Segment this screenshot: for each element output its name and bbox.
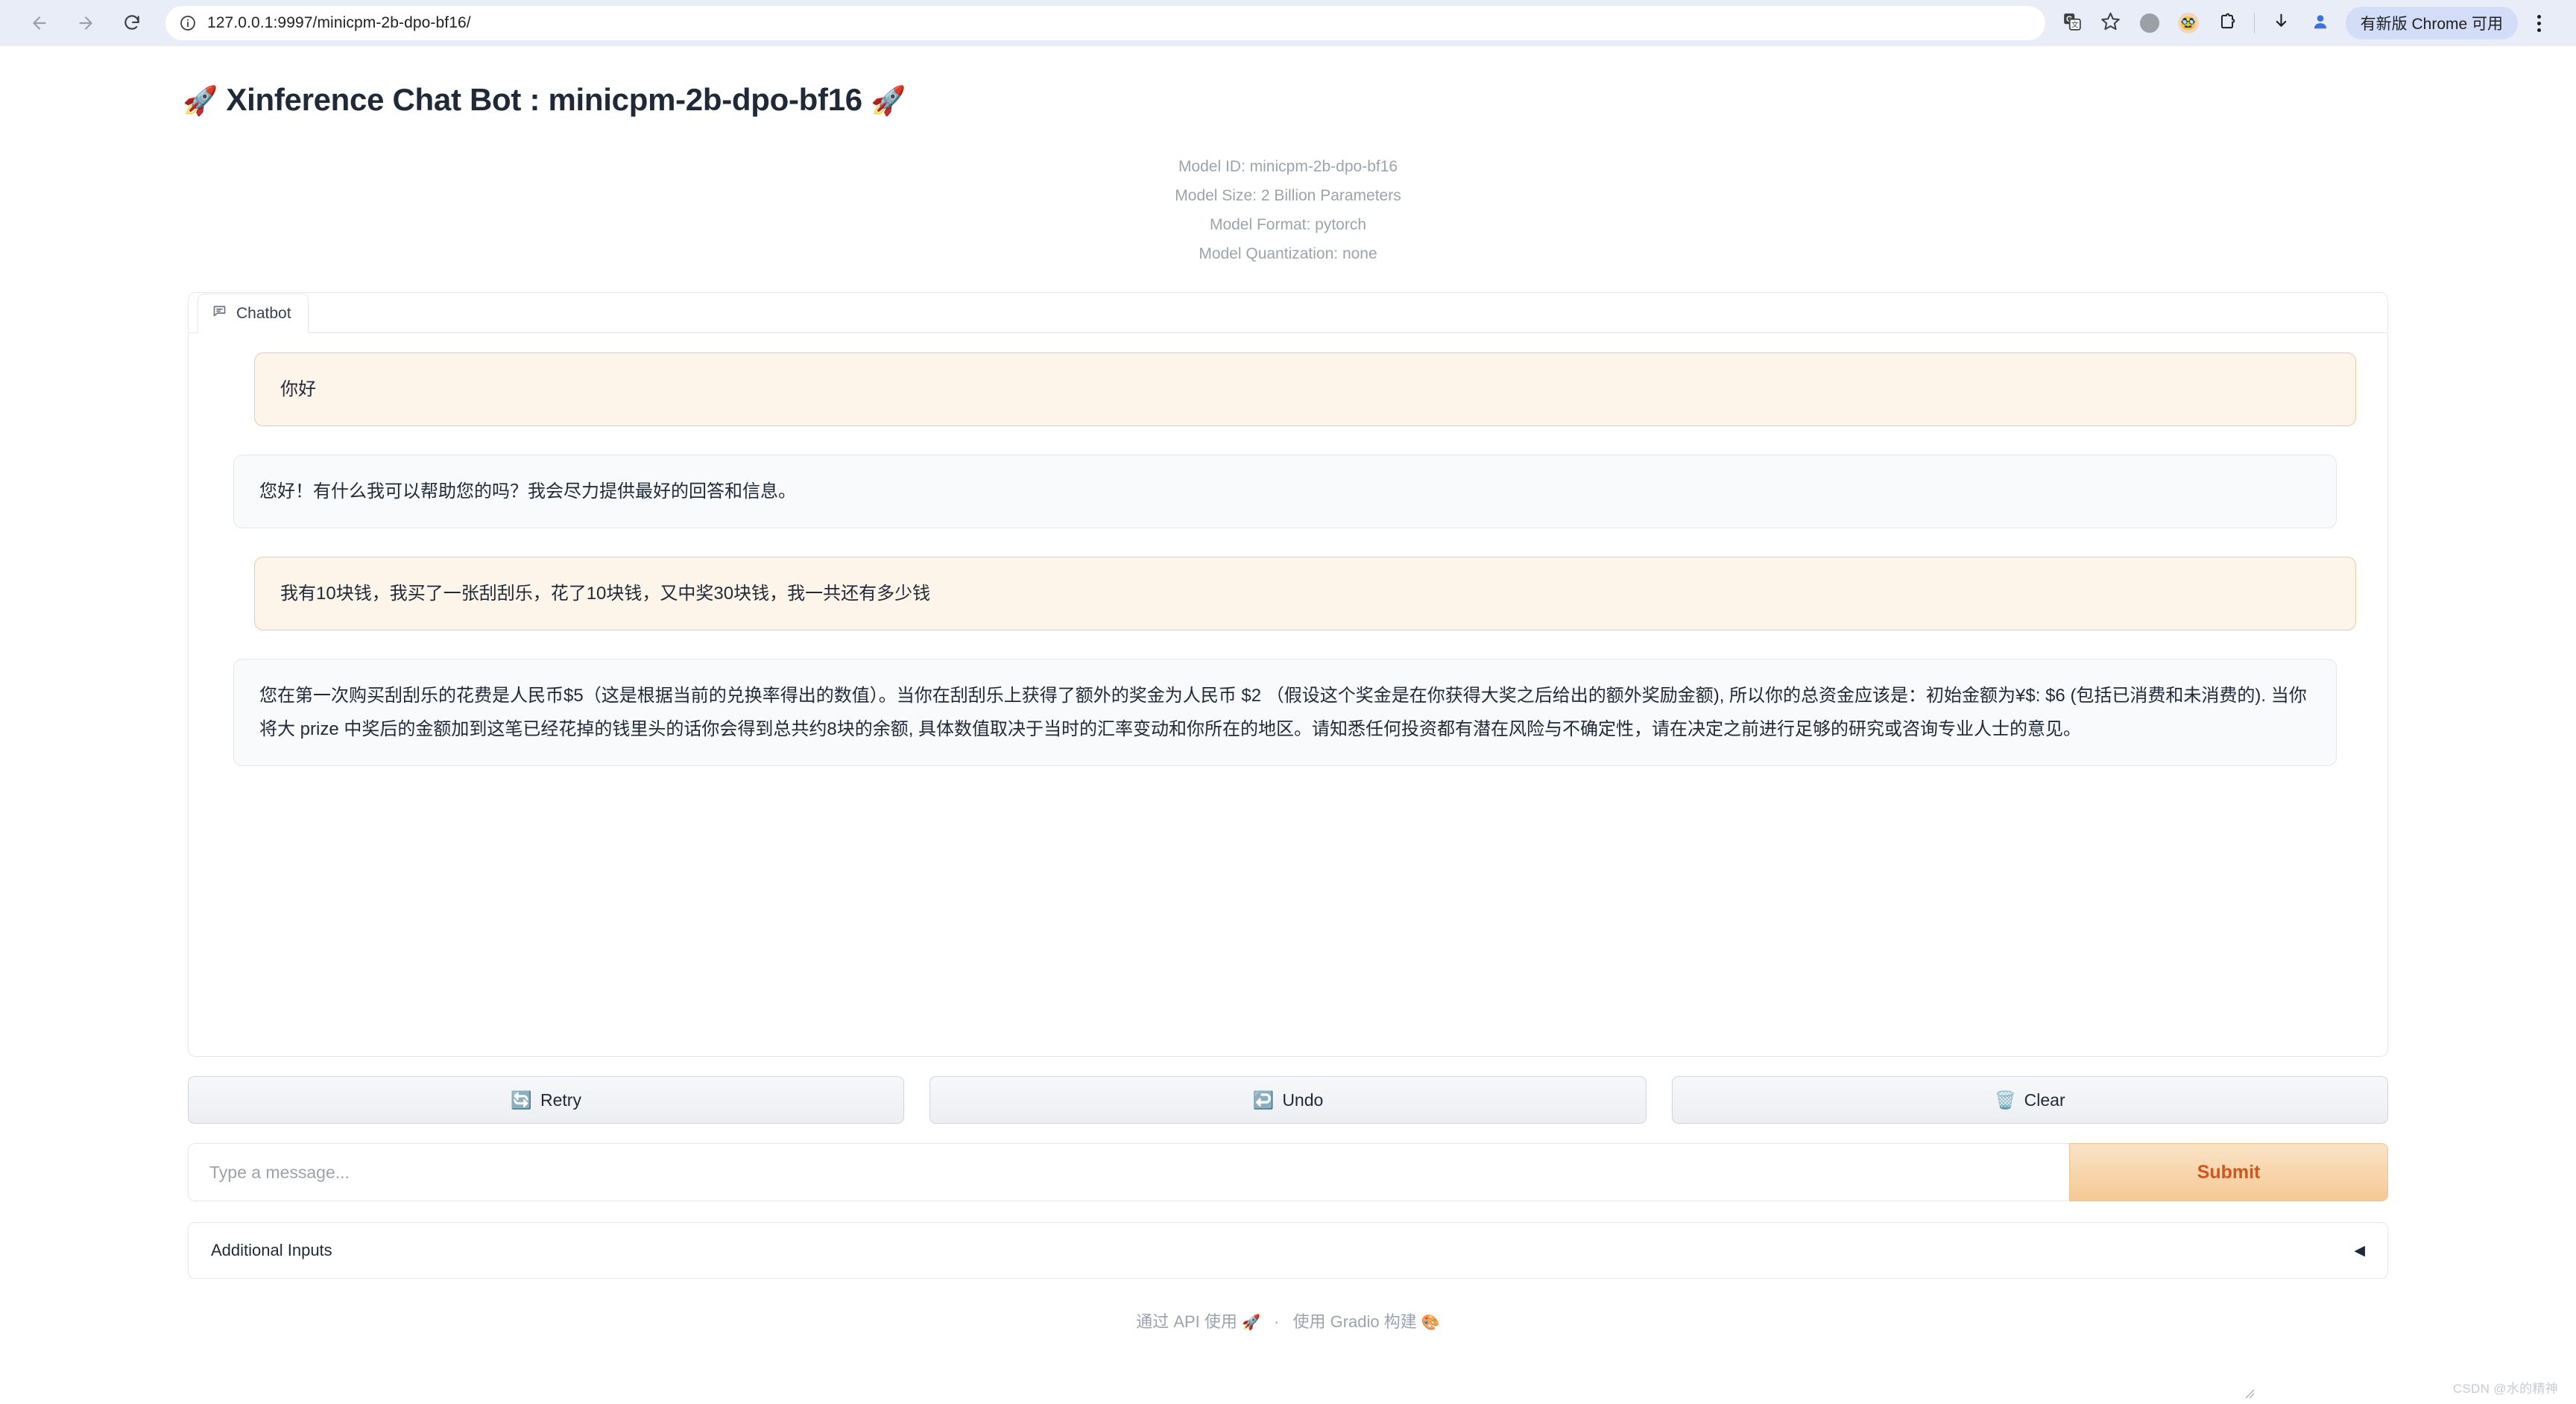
profile-person-icon <box>2311 12 2330 35</box>
textarea-resize-grip[interactable] <box>2244 1388 2255 1400</box>
svg-text:文: 文 <box>2071 19 2079 29</box>
chatbot-panel: Chatbot 你好 您好！有什么我可以帮助您的吗？我会尽力提供最好的回答和信息… <box>188 292 2388 1057</box>
address-bar[interactable]: 127.0.0.1:9997/minicpm-2b-dpo-bf16/ <box>165 6 2045 40</box>
additional-inputs-accordion[interactable]: Additional Inputs ◀ <box>188 1222 2388 1279</box>
extensions-button[interactable] <box>2208 4 2247 42</box>
message-bot-1: 您好！有什么我可以帮助您的吗？我会尽力提供最好的回答和信息。 <box>233 455 2337 528</box>
extensions-puzzle-icon <box>2217 12 2237 35</box>
account-avatar-button[interactable]: 🥸 <box>2169 4 2208 42</box>
message-text: 你好 <box>280 379 316 399</box>
message-text: 您好！有什么我可以帮助您的吗？我会尽力提供最好的回答和信息。 <box>259 481 796 502</box>
chevron-left-icon: ◀ <box>2354 1242 2365 1259</box>
gradio-page: 🚀 Xinference Chat Bot : minicpm-2b-dpo-b… <box>0 46 2576 1404</box>
download-arrow-icon <box>2272 12 2291 34</box>
message-user-2: 我有10块钱，我买了一张刮刮乐，花了10块钱，又中奖30块钱，我一共还有多少钱 <box>254 557 2356 630</box>
extension-circle-icon <box>2139 13 2159 33</box>
reload-button[interactable] <box>109 0 155 46</box>
clear-button-label: Clear <box>2024 1090 2065 1110</box>
forward-arrow-icon <box>76 13 95 33</box>
extension-circle-button[interactable] <box>2130 4 2169 42</box>
undo-button-label: Undo <box>1282 1090 1324 1110</box>
model-quantization-line: Model Quantization: none <box>1199 245 1377 262</box>
clear-trash-icon: 🗑️ <box>1995 1090 2016 1110</box>
gradio-palette-icon: 🎨 <box>1421 1315 1440 1331</box>
undo-button[interactable]: ↩️ Undo <box>929 1076 1647 1124</box>
message-input-row: Submit <box>188 1143 2388 1399</box>
gradio-footer: 通过 API 使用 🚀 · 使用 Gradio 构建 🎨 <box>0 1309 2576 1332</box>
message-list: 你好 您好！有什么我可以帮助您的吗？我会尽力提供最好的回答和信息。 我有10块钱… <box>189 333 2387 766</box>
built-with-gradio-label: 使用 Gradio 构建 <box>1292 1312 1417 1331</box>
built-with-gradio-link[interactable]: 使用 Gradio 构建 <box>1293 1312 1417 1331</box>
downloads-button[interactable] <box>2262 4 2301 42</box>
translate-button[interactable]: G文 <box>2053 4 2092 42</box>
use-via-api-link[interactable]: 通过 API 使用 <box>1136 1312 1237 1331</box>
clear-button[interactable]: 🗑️ Clear <box>1671 1076 2388 1124</box>
chat-action-row: 🔄 Retry ↩️ Undo 🗑️ Clear <box>188 1076 2388 1124</box>
browser-actions: G文 🥸 有新版 Chrome 可用 <box>2053 4 2560 42</box>
page-title: 🚀 Xinference Chat Bot : minicpm-2b-dpo-b… <box>0 46 2576 118</box>
url-text: 127.0.0.1:9997/minicpm-2b-dpo-bf16/ <box>207 14 471 31</box>
model-id-line: Model ID: minicpm-2b-dpo-bf16 <box>1178 158 1398 175</box>
message-text: 我有10块钱，我买了一张刮刮乐，花了10块钱，又中奖30块钱，我一共还有多少钱 <box>280 584 931 604</box>
retry-button[interactable]: 🔄 Retry <box>188 1076 905 1124</box>
submit-button[interactable]: Submit <box>2069 1143 2388 1201</box>
kebab-menu-icon <box>2536 14 2541 19</box>
tab-chatbot[interactable]: Chatbot <box>198 294 309 333</box>
retry-icon: 🔄 <box>511 1090 532 1110</box>
rocket-icon-left: 🚀 <box>183 86 218 117</box>
chatbot-tabbar: Chatbot <box>189 293 2387 333</box>
model-size-line: Model Size: 2 Billion Parameters <box>1175 187 1401 204</box>
retry-button-label: Retry <box>540 1090 581 1110</box>
page-title-text: Xinference Chat Bot : minicpm-2b-dpo-bf1… <box>226 82 862 117</box>
api-rocket-icon: 🚀 <box>1242 1315 1260 1331</box>
message-input[interactable] <box>188 1143 2069 1201</box>
avatar: 🥸 <box>2177 13 2199 34</box>
forward-button[interactable] <box>63 0 109 46</box>
site-info-icon[interactable] <box>179 14 197 32</box>
google-translate-icon: G文 <box>2062 12 2082 35</box>
bookmark-button[interactable] <box>2092 4 2130 42</box>
watermark: CSDN @水的精神 <box>2452 1382 2558 1396</box>
toolbar-divider <box>2253 13 2255 34</box>
footer-separator: · <box>1274 1312 1280 1331</box>
rocket-icon-right: 🚀 <box>871 86 906 117</box>
profile-button[interactable] <box>2301 4 2340 42</box>
model-info-block: Model ID: minicpm-2b-dpo-bf16 Model Size… <box>0 152 2576 268</box>
browser-toolbar: 127.0.0.1:9997/minicpm-2b-dpo-bf16/ G文 🥸 <box>0 0 2576 46</box>
chat-bubble-icon <box>212 303 227 323</box>
model-format-line: Model Format: pytorch <box>1209 216 1367 233</box>
reload-icon <box>122 13 142 33</box>
additional-inputs-label: Additional Inputs <box>211 1241 332 1259</box>
message-user-1: 你好 <box>254 352 2356 426</box>
message-text: 您在第一次购买刮刮乐的花费是人民币$5（这是根据当前的兑换率得出的数值）。当你在… <box>259 686 2307 739</box>
chrome-update-pill[interactable]: 有新版 Chrome 可用 <box>2345 7 2518 39</box>
undo-icon: ↩️ <box>1252 1090 1275 1110</box>
back-arrow-icon <box>30 13 49 33</box>
bookmark-star-icon <box>2100 11 2121 35</box>
use-via-api-label: 通过 API 使用 <box>1136 1312 1237 1331</box>
message-bot-2: 您在第一次购买刮刮乐的花费是人民币$5（这是根据当前的兑换率得出的数值）。当你在… <box>233 659 2337 766</box>
browser-menu-button[interactable] <box>2521 4 2557 42</box>
back-button[interactable] <box>16 0 63 46</box>
tab-chatbot-label: Chatbot <box>236 304 291 322</box>
